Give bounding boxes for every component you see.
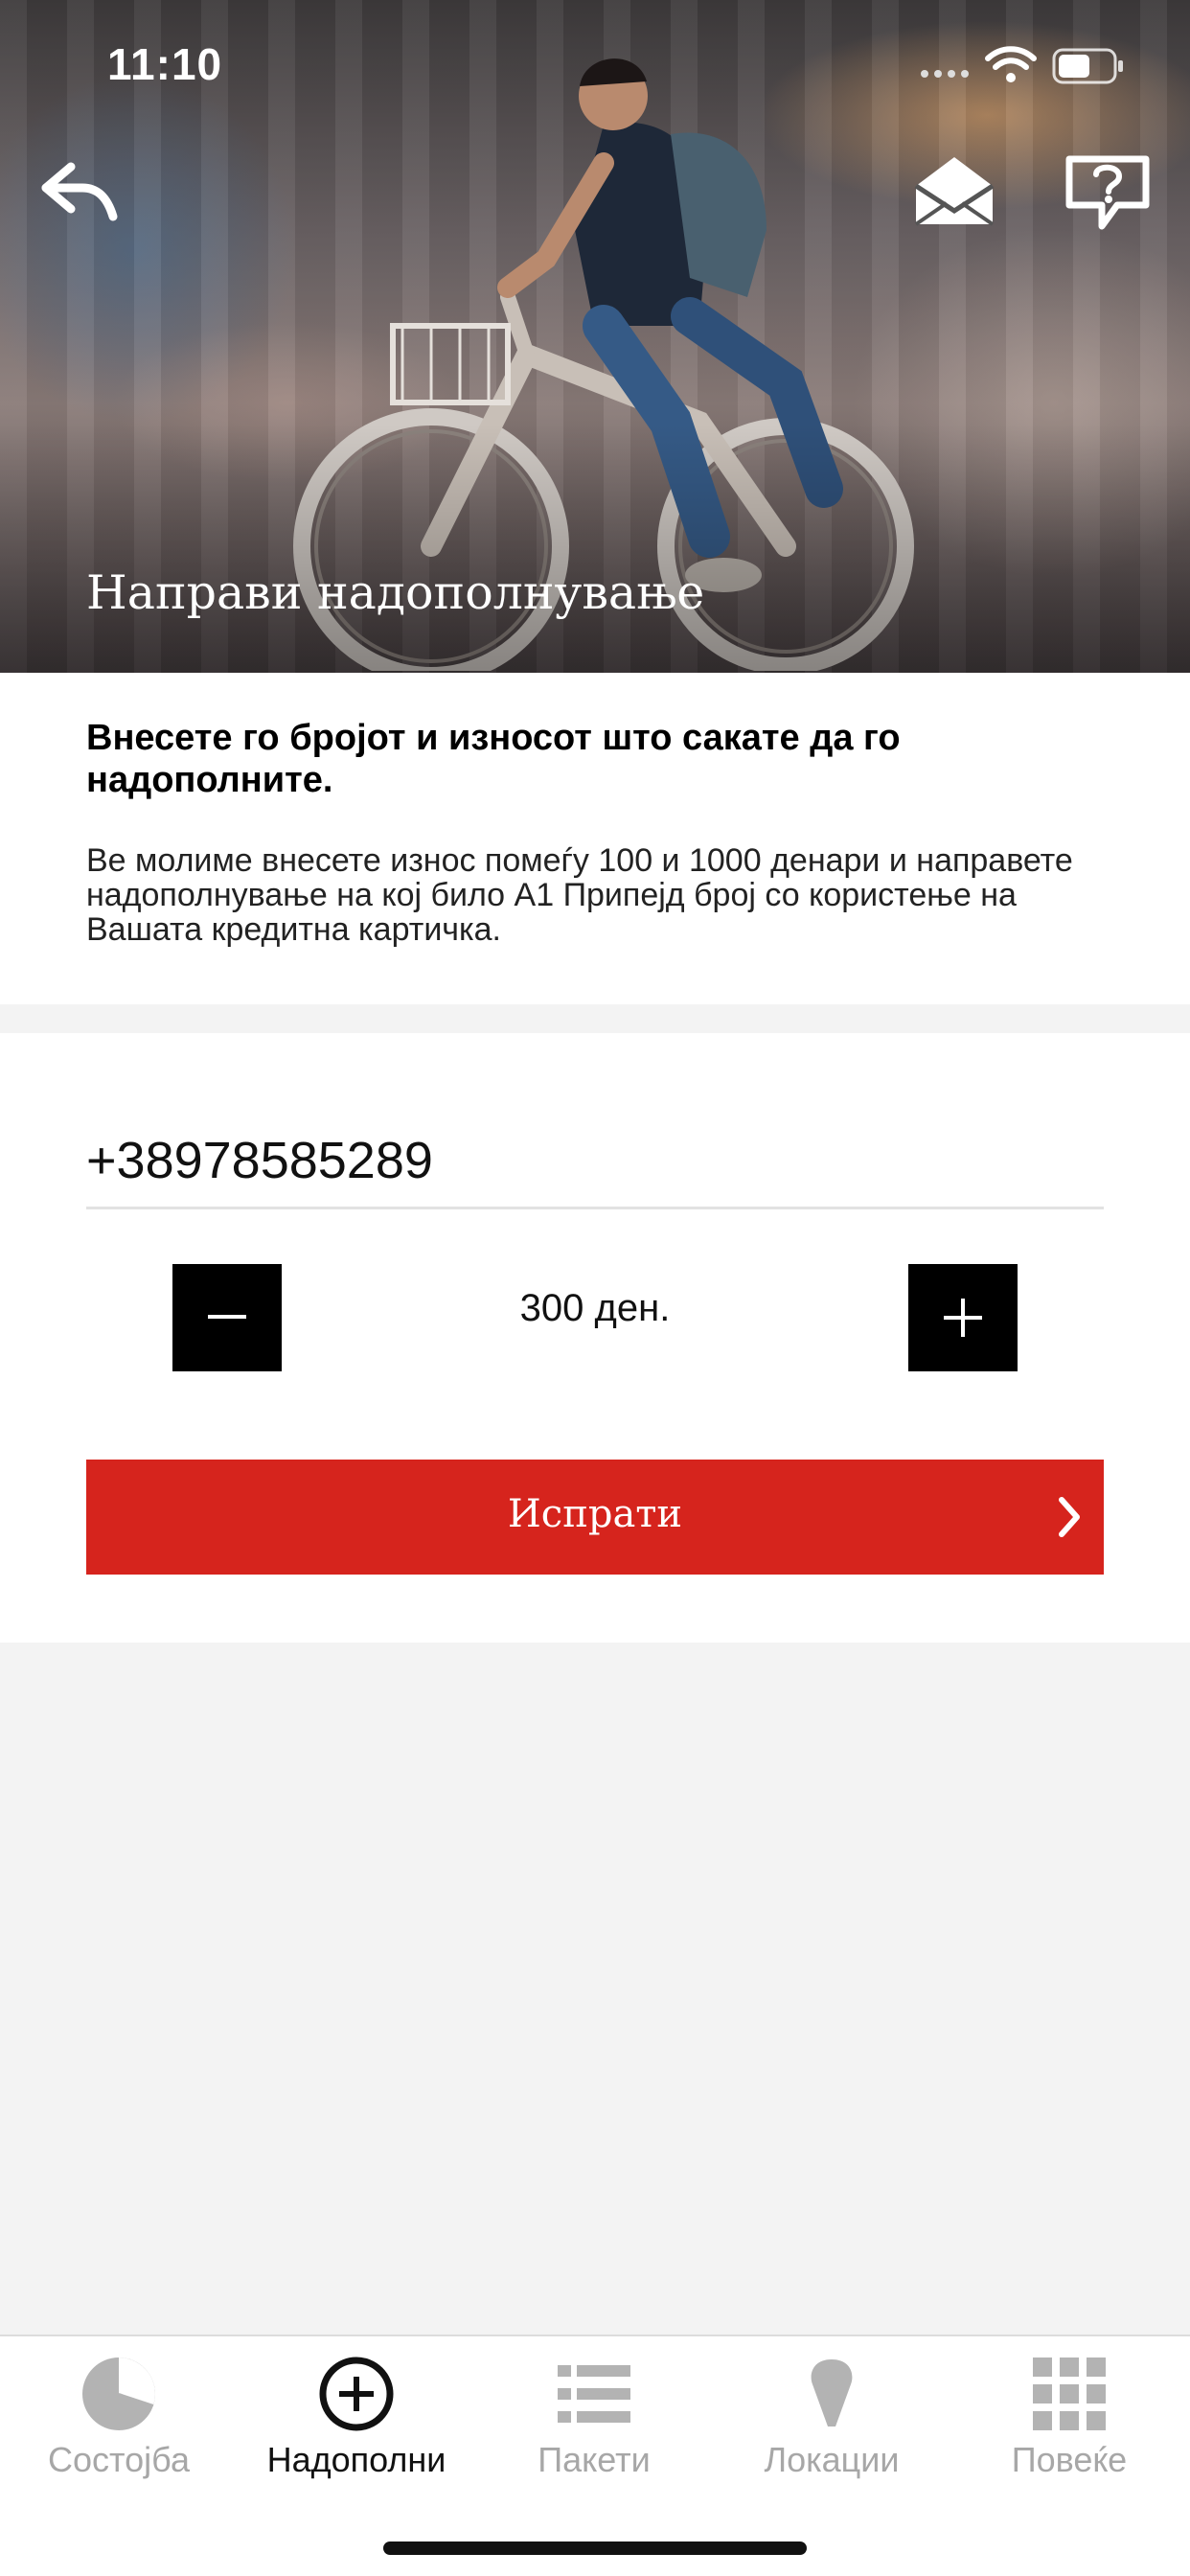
info-section: Внесете го бројот и износот што сакате д… [0, 673, 1190, 1004]
pie-chart-icon [82, 2358, 155, 2430]
tab-label: Повеќе [1011, 2440, 1128, 2479]
amount-value: 300 ден. [519, 1287, 671, 1329]
hero-gradient-overlay [0, 424, 1190, 673]
wifi-icon [985, 46, 1037, 82]
tab-sostojba[interactable]: Состојба [0, 2336, 238, 2509]
status-time: 11:10 [107, 39, 223, 89]
submit-label: Испрати [507, 1492, 683, 1536]
open-envelope-icon[interactable] [910, 153, 998, 228]
increase-amount-button[interactable] [908, 1264, 1018, 1371]
submit-button[interactable]: Испрати [86, 1460, 1104, 1575]
signal-dots-icon [921, 70, 969, 78]
chevron-right-icon [1059, 1497, 1080, 1537]
back-arrow-icon[interactable] [38, 161, 119, 222]
top-up-form: 300 ден. Испрати [0, 1033, 1190, 1643]
battery-icon [1052, 48, 1123, 84]
hero-banner: 11:10 Направи надополнување [0, 0, 1190, 673]
tab-label: Надополни [266, 2440, 446, 2479]
tab-lokacii[interactable]: Локации [713, 2336, 950, 2509]
info-heading: Внесете го бројот и износот што сакате д… [86, 718, 901, 800]
phone-number-input[interactable] [86, 1114, 1104, 1209]
tab-label: Пакети [538, 2440, 651, 2479]
bottom-tab-bar: Состојба Надополни Пакети Локации Повеќе [0, 2334, 1190, 2576]
plus-circle-icon [319, 2357, 394, 2431]
decrease-amount-button[interactable] [172, 1264, 282, 1371]
tab-label: Локации [764, 2440, 900, 2479]
minus-icon [208, 1315, 246, 1319]
info-description: Ве молиме внесете износ помеѓу 100 и 100… [86, 842, 1073, 948]
grid-icon [1033, 2358, 1106, 2430]
tab-nadopolni[interactable]: Надополни [238, 2336, 475, 2509]
help-bubble-icon[interactable] [1064, 153, 1152, 232]
tab-poveke[interactable]: Повеќе [950, 2336, 1188, 2509]
list-icon [558, 2365, 630, 2423]
home-indicator[interactable] [383, 2542, 807, 2555]
tab-paketi[interactable]: Пакети [475, 2336, 713, 2509]
top-up-screen: 11:10 Направи надополнување Внесете го б… [0, 0, 1190, 2576]
plus-icon [944, 1299, 982, 1337]
location-pin-icon [811, 2359, 853, 2426]
page-title: Направи надополнување [86, 565, 705, 620]
tab-label: Состојба [48, 2440, 190, 2479]
status-bar: 11:10 [0, 0, 1190, 126]
